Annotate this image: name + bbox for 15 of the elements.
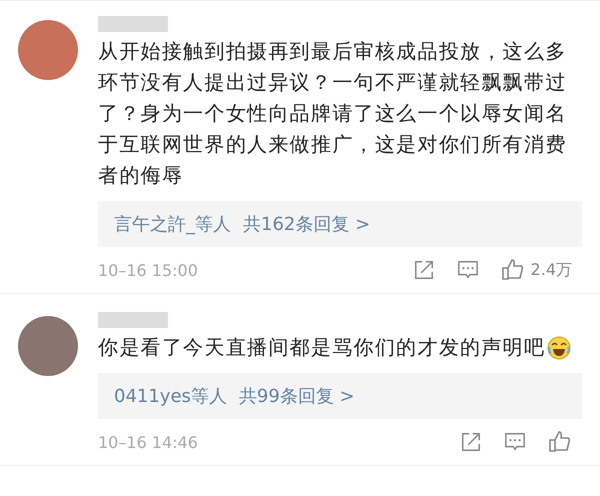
thumbs-up-icon[interactable] <box>548 430 572 454</box>
comment-icon[interactable] <box>504 431 526 453</box>
username-placeholder <box>98 16 168 32</box>
replies-link[interactable]: 言午之許_等人 共162条回复 > <box>98 201 582 247</box>
thumbs-up-icon[interactable] <box>500 258 525 282</box>
comment-text: 你是看了今天直播间都是骂你们的才发的声明吧 <box>98 334 546 361</box>
comment-text: 从开始接触到拍摄再到最后审核成品投放，这么多环节没有人提出过异议？一句不严谨就轻飘飘带过了？身为一个女性向品牌请了这么一个以辱女闻名于互联网世界的人来做推广，这是对你们所有消费者的侮辱 <box>98 38 568 189</box>
replies-link[interactable]: 0411yes等人 共99条回复 > <box>98 373 582 419</box>
share-icon[interactable] <box>460 431 482 453</box>
username-placeholder <box>98 312 168 328</box>
share-icon[interactable] <box>412 259 435 281</box>
comment-time: 10–16 15:00 <box>98 260 198 280</box>
comment-icon[interactable] <box>456 259 479 281</box>
comment-time: 10–16 14:46 <box>98 432 198 452</box>
like-count: 2.4万 <box>530 260 572 280</box>
